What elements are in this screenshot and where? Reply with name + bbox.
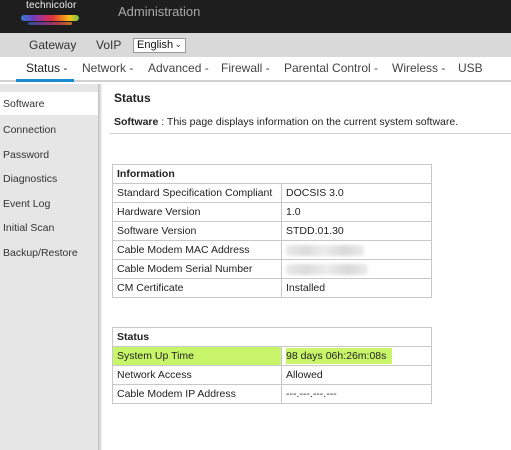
- info-value-redacted: [281, 240, 432, 260]
- info-label: Hardware Version: [112, 202, 282, 222]
- page-title: Status: [114, 91, 151, 105]
- chevron-down-icon: ⌄: [174, 39, 182, 49]
- main-nav: Status - Network - Advanced - Firewall -…: [0, 57, 511, 82]
- nav-advanced[interactable]: Advanced -: [148, 61, 209, 75]
- nav-network[interactable]: Network -: [82, 61, 133, 75]
- table-row: Standard Specification Compliant DOCSIS …: [112, 183, 432, 203]
- info-label: CM Certificate: [112, 278, 282, 298]
- sidebar: [0, 84, 98, 450]
- description-label: Software: [114, 116, 159, 128]
- nav-wireless[interactable]: Wireless -: [392, 61, 445, 75]
- info-value: 1.0: [281, 202, 432, 222]
- redacted-serial-number: [286, 263, 368, 275]
- sidebar-item-password[interactable]: Password: [3, 149, 49, 161]
- sidebar-item-software[interactable]: Software: [3, 98, 44, 110]
- status-value-cell: 98 days 06h:26m:08s: [281, 346, 432, 366]
- description-separator: :: [158, 116, 167, 128]
- nav-status[interactable]: Status -: [26, 61, 67, 75]
- table-row: Cable Modem Serial Number: [112, 259, 432, 279]
- sidebar-item-backup-restore[interactable]: Backup/Restore: [3, 247, 78, 259]
- table-row: Network Access Allowed: [112, 365, 432, 385]
- app-title: Administration: [118, 4, 201, 19]
- subnav-voip[interactable]: VoIP: [96, 38, 121, 52]
- information-header: Information: [112, 164, 432, 184]
- table-header-row: Information: [112, 164, 432, 184]
- table-row: System Up Time 98 days 06h:26m:08s: [112, 346, 432, 366]
- logo-color-bar: [21, 15, 79, 21]
- nav-parental-control[interactable]: Parental Control -: [284, 61, 378, 75]
- status-header: Status: [112, 327, 432, 347]
- technicolor-logo[interactable]: technicolor: [20, 0, 82, 27]
- logo-color-bar-2: [28, 22, 72, 25]
- language-select[interactable]: English ⌄: [133, 38, 186, 53]
- redacted-mac-address: [286, 244, 364, 256]
- title-divider: [110, 133, 511, 134]
- status-label: Cable Modem IP Address: [112, 384, 282, 404]
- status-value: 98 days 06h:26m:08s: [286, 348, 393, 364]
- sidebar-item-initial-scan[interactable]: Initial Scan: [3, 222, 54, 234]
- table-header-row: Status: [112, 327, 432, 347]
- table-row: Cable Modem IP Address ---.---.---.---: [112, 384, 432, 404]
- sidebar-item-connection[interactable]: Connection: [3, 124, 56, 136]
- information-table: Information Standard Specification Compl…: [112, 164, 432, 298]
- sidebar-item-diagnostics[interactable]: Diagnostics: [3, 173, 57, 185]
- info-label: Cable Modem MAC Address: [112, 240, 282, 260]
- status-label: System Up Time: [112, 346, 282, 366]
- info-value: STDD.01.30: [281, 221, 432, 241]
- table-row: Hardware Version 1.0: [112, 202, 432, 222]
- table-row: CM Certificate Installed: [112, 278, 432, 298]
- table-row: Software Version STDD.01.30: [112, 221, 432, 241]
- description-text: This page displays information on the cu…: [166, 116, 459, 128]
- table-row: Cable Modem MAC Address: [112, 240, 432, 260]
- top-header: technicolor Administration: [0, 0, 511, 33]
- subnav-gateway[interactable]: Gateway: [29, 38, 76, 52]
- nav-usb[interactable]: USB: [458, 61, 483, 75]
- language-value: English: [137, 39, 174, 51]
- status-label: Network Access: [112, 365, 282, 385]
- info-label: Cable Modem Serial Number: [112, 259, 282, 279]
- info-label: Standard Specification Compliant: [112, 183, 282, 203]
- logo-text: technicolor: [26, 0, 77, 11]
- nav-firewall[interactable]: Firewall -: [221, 61, 270, 75]
- status-value: Allowed: [281, 365, 432, 385]
- page-description: Software : This page displays informatio…: [114, 116, 458, 128]
- info-value: Installed: [281, 278, 432, 298]
- status-value: ---.---.---.---: [281, 384, 432, 404]
- info-value-redacted: [281, 259, 432, 279]
- info-value: DOCSIS 3.0: [281, 183, 432, 203]
- sub-navbar: Gateway VoIP English ⌄: [0, 33, 511, 57]
- sidebar-item-event-log[interactable]: Event Log: [3, 198, 50, 210]
- info-label: Software Version: [112, 221, 282, 241]
- status-table: Status System Up Time 98 days 06h:26m:08…: [112, 327, 432, 404]
- sidebar-divider: [98, 84, 102, 450]
- active-tab-indicator: [16, 79, 74, 82]
